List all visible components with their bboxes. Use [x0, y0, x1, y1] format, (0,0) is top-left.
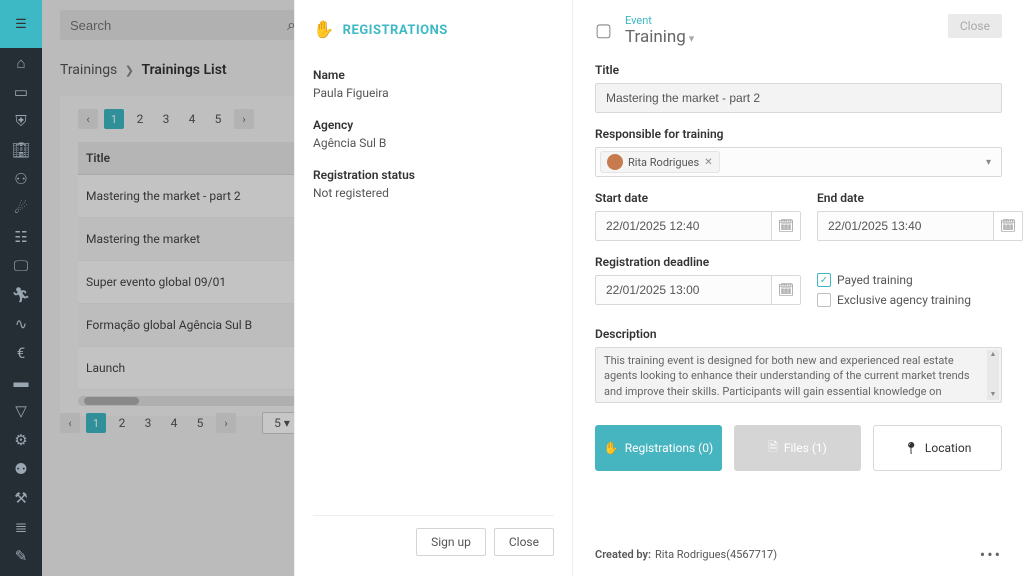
- signup-button[interactable]: Sign up: [416, 528, 486, 556]
- nav-layers-icon[interactable]: ≣: [0, 512, 42, 541]
- nav-card-icon[interactable]: ▭: [0, 77, 42, 106]
- presentation-icon: ▢: [595, 20, 617, 42]
- nav-settings-icon[interactable]: ⚙: [0, 425, 42, 454]
- deadline-label: Registration deadline: [595, 255, 801, 269]
- payed-checkbox-row[interactable]: ✓ Payed training: [817, 273, 1002, 287]
- start-date-label: Start date: [595, 191, 801, 205]
- nav-rail: ☰ ⌂ ▭ ⛨ 🏢︎ ⚇ ☄ ☷ 🖵 🏃︎ ∿ € ▬ ▽ ⚙ ⚉ ⚒ ≣ ✎: [0, 0, 42, 576]
- responsible-select[interactable]: Rita Rodrigues ✕ ▾: [595, 147, 1002, 177]
- chevron-down-icon: ▾: [986, 157, 991, 168]
- start-date-input[interactable]: [595, 211, 771, 241]
- nav-gavel-icon[interactable]: ⚒: [0, 483, 42, 512]
- nav-running-icon[interactable]: 🏃︎: [0, 280, 42, 309]
- close-button[interactable]: Close: [494, 528, 554, 556]
- description-textarea[interactable]: This training event is designed for both…: [595, 347, 1002, 403]
- remove-chip-icon[interactable]: ✕: [704, 157, 712, 168]
- scroll-up-icon[interactable]: ▲: [987, 350, 999, 360]
- chevron-down-icon: ▾: [689, 32, 695, 45]
- reg-status-value: Not registered: [313, 186, 554, 200]
- nav-calendar-icon[interactable]: ☷: [0, 222, 42, 251]
- nav-monitor-icon[interactable]: 🖵: [0, 251, 42, 280]
- textarea-scrollbar[interactable]: ▲ ▼: [987, 350, 999, 400]
- nav-building-icon[interactable]: 🏢︎: [0, 135, 42, 164]
- nav-euro-icon[interactable]: €: [0, 338, 42, 367]
- hand-icon: ✋: [604, 441, 619, 455]
- responsible-chip: Rita Rodrigues ✕: [600, 151, 720, 173]
- hand-icon: ✋: [313, 20, 335, 40]
- reg-agency-value: Agência Sul B: [313, 136, 554, 150]
- registrations-panel: ✋ REGISTRATIONS Name Paula Figueira Agen…: [294, 0, 572, 576]
- files-card[interactable]: 🗎 Files (1): [734, 425, 861, 471]
- modal-dim-overlay: [42, 0, 336, 576]
- description-label: Description: [595, 327, 1002, 341]
- title-input[interactable]: [595, 83, 1002, 113]
- registrations-heading: ✋ REGISTRATIONS: [313, 20, 554, 40]
- checkbox-checked-icon: ✓: [817, 273, 831, 287]
- nav-credit-icon[interactable]: ▬: [0, 367, 42, 396]
- nav-cursor-icon[interactable]: ☄: [0, 193, 42, 222]
- nav-shield-icon[interactable]: ⛨: [0, 106, 42, 135]
- title-label: Title: [595, 63, 1002, 77]
- reg-agency-label: Agency: [313, 118, 554, 132]
- created-by-row: Created by: Rita Rodrigues(4567717) •••: [595, 545, 1002, 564]
- reg-status-label: Registration status: [313, 168, 554, 182]
- calendar-icon[interactable]: 🗓︎: [771, 275, 801, 305]
- created-by-label: Created by:: [595, 548, 651, 561]
- event-detail-panel: ▢ Event Training▾ Close Title Responsibl…: [572, 0, 1024, 576]
- location-card[interactable]: 📍︎ Location: [873, 425, 1002, 471]
- nav-users-icon[interactable]: ⚉: [0, 454, 42, 483]
- checkbox-unchecked-icon: [817, 293, 831, 307]
- nav-activity-icon[interactable]: ∿: [0, 309, 42, 338]
- exclusive-checkbox-row[interactable]: Exclusive agency training: [817, 293, 1002, 307]
- nav-dashboard-icon[interactable]: ⌂: [0, 48, 42, 77]
- nav-user-icon[interactable]: ⚇: [0, 164, 42, 193]
- calendar-icon[interactable]: 🗓︎: [993, 211, 1023, 241]
- pin-icon: 📍︎: [904, 441, 919, 455]
- reg-name-value: Paula Figueira: [313, 86, 554, 100]
- hamburger-menu[interactable]: ☰: [0, 0, 42, 48]
- avatar: [607, 154, 623, 170]
- scroll-down-icon[interactable]: ▼: [987, 390, 999, 400]
- more-menu-icon[interactable]: •••: [980, 545, 1002, 564]
- nav-presentation-icon[interactable]: ▽: [0, 396, 42, 425]
- calendar-icon[interactable]: 🗓︎: [771, 211, 801, 241]
- created-by-value: Rita Rodrigues(4567717): [655, 548, 777, 561]
- nav-edit-icon[interactable]: ✎: [0, 541, 42, 570]
- end-date-label: End date: [817, 191, 1023, 205]
- divider: [313, 515, 554, 516]
- file-icon: 🗎: [768, 438, 778, 459]
- event-type-dropdown[interactable]: Training▾: [625, 27, 694, 47]
- close-button[interactable]: Close: [948, 14, 1002, 38]
- end-date-input[interactable]: [817, 211, 993, 241]
- deadline-input[interactable]: [595, 275, 771, 305]
- responsible-label: Responsible for training: [595, 127, 1002, 141]
- event-header: ▢ Event Training▾ Close: [595, 14, 1002, 47]
- event-kind-label: Event: [625, 14, 694, 27]
- registrations-card[interactable]: ✋ Registrations (0): [595, 425, 722, 471]
- hamburger-icon: ☰: [15, 17, 27, 32]
- reg-name-label: Name: [313, 68, 554, 82]
